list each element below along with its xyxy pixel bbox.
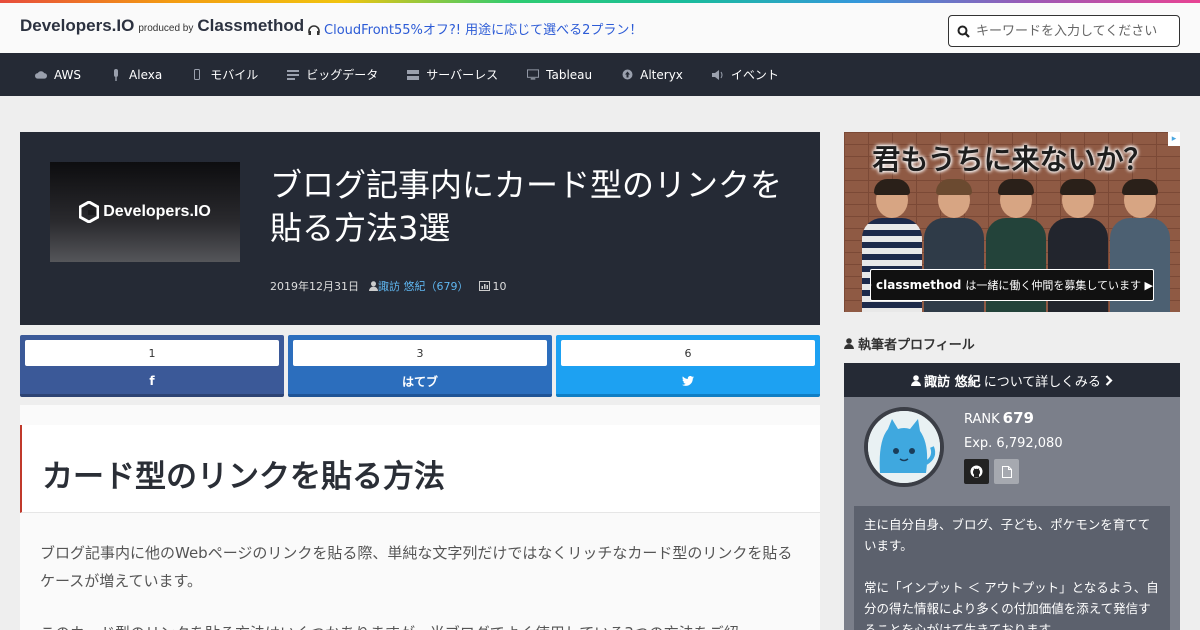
user-icon: [911, 374, 922, 386]
article-body: カード型のリンクを貼る方法 ブログ記事内に他のWebページのリンクを貼る際、単純…: [20, 405, 820, 630]
headphones-icon: [308, 25, 320, 35]
nav-label[interactable]: Alexa: [129, 68, 162, 82]
thumbnail-logo-text: Developers.IO: [103, 203, 211, 220]
author-rank: RANK 679: [964, 409, 1034, 427]
promo-link[interactable]: CloudFront55%オフ?! 用途に応じて選べる2プラン！: [308, 19, 642, 38]
company-name[interactable]: Classmethod: [197, 16, 304, 35]
article-meta: 2019年12月31日 諏訪 悠紀（679） 10: [270, 278, 507, 294]
nav-label[interactable]: ビッグデータ: [306, 66, 378, 83]
promo-text[interactable]: CloudFront55%オフ?! 用途に応じて選べる2プラン！: [324, 23, 642, 38]
search-input[interactable]: [976, 23, 1166, 39]
article-paragraph: ブログ記事内に他のWebページのリンクを貼る際、単純な文字列だけではなくリッチな…: [40, 544, 793, 590]
publish-date: 2019年12月31日: [270, 280, 359, 293]
hatena-bookmark-share-button[interactable]: 3 はてブ: [288, 335, 552, 397]
twitter-icon[interactable]: [556, 371, 820, 391]
nav-item-alexa[interactable]: Alexa: [110, 68, 162, 82]
article-header: Developers.IO ブログ記事内にカード型のリンクを貼る方法3選 201…: [20, 132, 820, 325]
user-icon: [844, 338, 854, 349]
share-count: 1: [25, 340, 279, 366]
nav-item-bigdata[interactable]: ビッグデータ: [287, 66, 378, 83]
nav-label[interactable]: AWS: [54, 68, 81, 82]
nav-item-tableau[interactable]: Tableau: [527, 68, 592, 82]
facebook-share-button[interactable]: 1 f: [20, 335, 284, 397]
chevron-right-icon: [1105, 374, 1113, 386]
article-thumbnail: Developers.IO: [50, 162, 240, 262]
nav-item-alteryx[interactable]: Alteryx: [621, 68, 683, 82]
user-icon: [369, 281, 378, 291]
section-heading: カード型のリンクを貼る方法: [42, 459, 445, 495]
bar-chart-icon: [478, 281, 490, 291]
article-paragraph: このカード型のリンクを貼る方法はいくつかありますが、当ブログでよく使用している3…: [40, 619, 800, 630]
nav-item-event[interactable]: イベント: [711, 66, 779, 83]
blog-link-button[interactable]: [994, 459, 1019, 484]
site-logo[interactable]: Developers.IO produced by Classmethod: [20, 16, 304, 36]
nav-item-mobile[interactable]: モバイル: [191, 66, 258, 83]
profile-card: RANK 679 Exp. 6,792,080 主に自分自身、ブログ、子ども、ポケ…: [844, 397, 1180, 630]
view-count: 10: [492, 279, 507, 293]
bio-line: 主に自分自身、ブログ、子ども、ポケモンを育てています。: [864, 517, 1151, 553]
share-count: 6: [561, 340, 815, 366]
nav-label[interactable]: イベント: [731, 66, 779, 83]
ad-recruit-banner[interactable]: classmethod は一緒に働く仲間を募集しています ▶: [870, 269, 1154, 301]
author-name[interactable]: 諏訪 悠紀: [924, 371, 981, 390]
nav-label[interactable]: Tableau: [546, 68, 592, 82]
rank-value: 679: [1002, 409, 1034, 427]
github-icon: [970, 465, 983, 478]
list-icon: [287, 69, 300, 81]
author-exp: Exp. 6,792,080: [964, 436, 1063, 451]
facebook-icon[interactable]: f: [20, 371, 284, 391]
hatena-label[interactable]: はてブ: [288, 371, 552, 391]
author-link[interactable]: 諏訪 悠紀（679）: [378, 278, 469, 294]
circle-arrow-icon: [621, 69, 633, 81]
classmethod-logo-icon: [871, 284, 872, 286]
github-link-button[interactable]: [964, 459, 989, 484]
profile-section-heading: 執筆者プロフィール: [844, 334, 975, 353]
profile-heading-text: 執筆者プロフィール: [858, 338, 975, 353]
twitter-share-button[interactable]: 6: [556, 335, 820, 397]
monitor-icon: [527, 69, 540, 81]
nav-item-serverless[interactable]: サーバーレス: [407, 66, 498, 83]
speaker-icon: [711, 69, 724, 81]
category-nav: AWS Alexa モバイル ビッグデータ サーバーレス Tableau Alt…: [0, 53, 1200, 96]
nav-label[interactable]: モバイル: [210, 66, 258, 83]
search-box[interactable]: [948, 15, 1180, 47]
microphone-icon: [110, 68, 122, 81]
section-heading-box: カード型のリンクを貼る方法: [20, 425, 820, 513]
ad-headline: 君もうちに来ないか？: [872, 143, 1152, 176]
top-bar: Developers.IO produced by Classmethod Clou…: [0, 3, 1200, 53]
recruit-ad-banner[interactable]: 君もうちに来ないか？ classmethod は一緒に働く仲間を募集しています ▶…: [844, 132, 1180, 312]
details-link-text[interactable]: について詳しくみる: [984, 371, 1101, 390]
ad-info-icon[interactable]: ▸: [1168, 132, 1180, 146]
server-icon: [407, 69, 420, 81]
share-count: 3: [293, 340, 547, 366]
nav-item-aws[interactable]: AWS: [35, 68, 81, 82]
document-icon: [1001, 465, 1012, 478]
cloud-icon: [35, 69, 47, 81]
produced-by-text: produced by: [138, 23, 194, 34]
nav-label[interactable]: Alteryx: [640, 68, 683, 82]
share-buttons: 1 f 3 はてブ 6: [20, 335, 820, 397]
profile-details-link[interactable]: 諏訪 悠紀 について詳しくみる: [844, 363, 1180, 397]
mobile-icon: [191, 69, 203, 81]
nav-label[interactable]: サーバーレス: [426, 66, 498, 83]
bio-line: 常に「インプット ＜ アウトプット」となるよう、自分の得た情報により多くの付加価…: [864, 580, 1159, 630]
article-title: ブログ記事内にカード型のリンクを貼る方法3選: [270, 166, 783, 247]
avatar[interactable]: [864, 407, 944, 487]
ad-tagline: は一緒に働く仲間を募集しています ▶: [965, 279, 1153, 292]
developers-io-logo-icon: [79, 201, 100, 223]
ad-brand: classmethod: [876, 278, 962, 292]
search-icon: [957, 25, 970, 38]
logo-text[interactable]: Developers.IO: [20, 16, 134, 35]
author-bio: 主に自分自身、ブログ、子ども、ポケモンを育てています。 常に「インプット ＜ ア…: [854, 506, 1170, 630]
rank-label: RANK: [964, 412, 1000, 427]
